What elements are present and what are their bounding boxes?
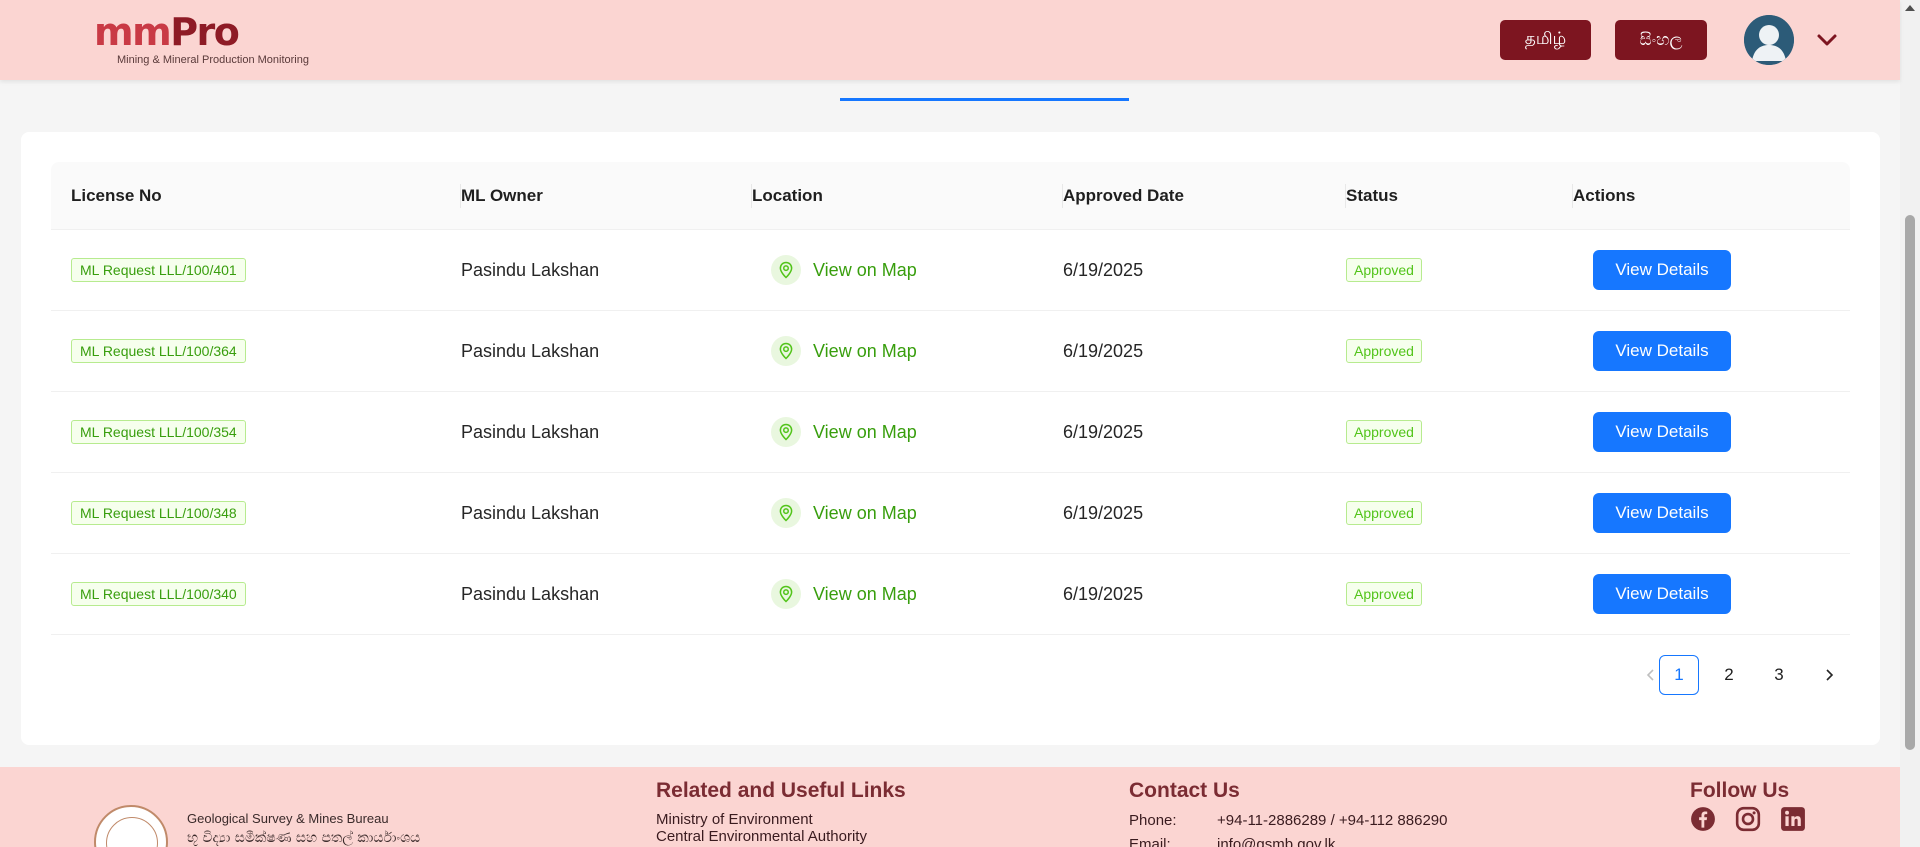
scroll-up-arrow-icon[interactable]: [1905, 5, 1915, 11]
status-badge: Approved: [1346, 582, 1422, 606]
link-central-environmental-authority[interactable]: Central Environmental Authority: [656, 828, 867, 845]
column-status: Status: [1346, 186, 1398, 205]
approved-date: 6/19/2025: [1063, 259, 1144, 280]
pagination-page-3[interactable]: 3: [1759, 655, 1799, 695]
ml-owner: Pasindu Lakshan: [461, 259, 600, 280]
phone-value: +94-11-2886289 / +94-112 886290: [1217, 812, 1448, 829]
follow-us-heading: Follow Us: [1690, 779, 1790, 802]
instagram-icon[interactable]: [1735, 806, 1761, 832]
view-details-button[interactable]: View Details: [1593, 493, 1731, 533]
approved-date: 6/19/2025: [1063, 340, 1144, 361]
gsmb-logo: [94, 805, 168, 847]
link-ministry-environment[interactable]: Ministry of Environment: [656, 811, 813, 828]
view-on-map-label: View on Map: [813, 421, 917, 442]
site-footer: Geological Survey & Mines Bureau භූ විද්…: [0, 767, 1900, 847]
view-on-map-link[interactable]: View on Map: [771, 579, 917, 609]
tamil-language-button[interactable]: தமிழ்: [1500, 20, 1591, 60]
user-avatar-icon[interactable]: [1744, 15, 1794, 65]
status-badge: Approved: [1346, 420, 1422, 444]
vertical-scrollbar[interactable]: [1900, 0, 1920, 847]
ml-owner: Pasindu Lakshan: [461, 340, 600, 361]
status-badge: Approved: [1346, 339, 1422, 363]
active-tab-indicator: [840, 98, 1129, 101]
view-on-map-label: View on Map: [813, 583, 917, 604]
column-license-no: License No: [71, 186, 162, 205]
view-details-button[interactable]: View Details: [1593, 412, 1731, 452]
table-row: ML Request LLL/100/364 Pasindu Lakshan V…: [51, 311, 1850, 392]
view-on-map-label: View on Map: [813, 502, 917, 523]
view-on-map-label: View on Map: [813, 340, 917, 361]
view-on-map-label: View on Map: [813, 259, 917, 280]
view-on-map-link[interactable]: View on Map: [771, 417, 917, 447]
top-header: mmPro Mining & Mineral Production Monito…: [0, 0, 1900, 80]
ml-owner: Pasindu Lakshan: [461, 583, 600, 604]
view-on-map-link[interactable]: View on Map: [771, 336, 917, 366]
license-number-tag: ML Request LLL/100/364: [71, 339, 246, 363]
scrollbar-thumb[interactable]: [1905, 215, 1915, 750]
app-logo[interactable]: mmPro Mining & Mineral Production Monito…: [94, 12, 309, 66]
pagination-page-2[interactable]: 2: [1709, 655, 1749, 695]
status-badge: Approved: [1346, 501, 1422, 525]
contact-heading: Contact Us: [1129, 779, 1240, 802]
status-badge: Approved: [1346, 258, 1422, 282]
view-details-button[interactable]: View Details: [1593, 250, 1731, 290]
table-row: ML Request LLL/100/401 Pasindu Lakshan V…: [51, 230, 1850, 311]
pagination-page-1[interactable]: 1: [1659, 655, 1699, 695]
table-row: ML Request LLL/100/340 Pasindu Lakshan V…: [51, 554, 1850, 635]
license-number-tag: ML Request LLL/100/354: [71, 420, 246, 444]
table-row: ML Request LLL/100/348 Pasindu Lakshan V…: [51, 473, 1850, 554]
table-header: License No ML Owner Location Approved Da…: [51, 162, 1850, 230]
license-number-tag: ML Request LLL/100/348: [71, 501, 246, 525]
phone-label: Phone:: [1129, 812, 1177, 829]
license-number-tag: ML Request LLL/100/401: [71, 258, 246, 282]
email-label: Email:: [1129, 836, 1171, 847]
column-location: Location: [752, 186, 823, 205]
logo-title: mmPro: [94, 12, 309, 52]
column-approved-date: Approved Date: [1063, 186, 1184, 205]
logo-mm: mm: [94, 10, 172, 54]
license-number-tag: ML Request LLL/100/340: [71, 582, 246, 606]
sinhala-language-button[interactable]: සිංහල: [1615, 20, 1707, 60]
map-pin-icon: [771, 336, 801, 366]
license-table-card: License No ML Owner Location Approved Da…: [21, 132, 1880, 745]
map-pin-icon: [771, 417, 801, 447]
pagination-next-button[interactable]: [1809, 655, 1849, 695]
related-links-heading: Related and Useful Links: [656, 779, 906, 802]
linkedin-icon[interactable]: [1780, 806, 1806, 832]
approved-date: 6/19/2025: [1063, 502, 1144, 523]
logo-subtitle: Mining & Mineral Production Monitoring: [117, 54, 309, 66]
approved-date: 6/19/2025: [1063, 583, 1144, 604]
ml-owner: Pasindu Lakshan: [461, 502, 600, 523]
facebook-icon[interactable]: [1690, 806, 1716, 832]
table-row: ML Request LLL/100/354 Pasindu Lakshan V…: [51, 392, 1850, 473]
chevron-right-icon: [1826, 669, 1834, 681]
map-pin-icon: [771, 579, 801, 609]
logo-pro: Pro: [170, 10, 240, 54]
org-name-sinhala: භූ විද්‍යා සමීක්ෂණ සහ පතල් කාර්යාංශය: [187, 830, 421, 846]
chevron-left-icon: [1646, 669, 1654, 681]
map-pin-icon: [771, 255, 801, 285]
map-pin-icon: [771, 498, 801, 528]
ml-owner: Pasindu Lakshan: [461, 421, 600, 442]
org-name: Geological Survey & Mines Bureau: [187, 811, 389, 826]
approved-date: 6/19/2025: [1063, 421, 1144, 442]
chevron-down-icon[interactable]: [1815, 28, 1839, 52]
view-details-button[interactable]: View Details: [1593, 331, 1731, 371]
view-on-map-link[interactable]: View on Map: [771, 498, 917, 528]
email-link[interactable]: info@gsmb.gov.lk: [1217, 836, 1335, 847]
view-details-button[interactable]: View Details: [1593, 574, 1731, 614]
column-actions: Actions: [1573, 186, 1636, 205]
column-ml-owner: ML Owner: [461, 186, 543, 205]
view-on-map-link[interactable]: View on Map: [771, 255, 917, 285]
